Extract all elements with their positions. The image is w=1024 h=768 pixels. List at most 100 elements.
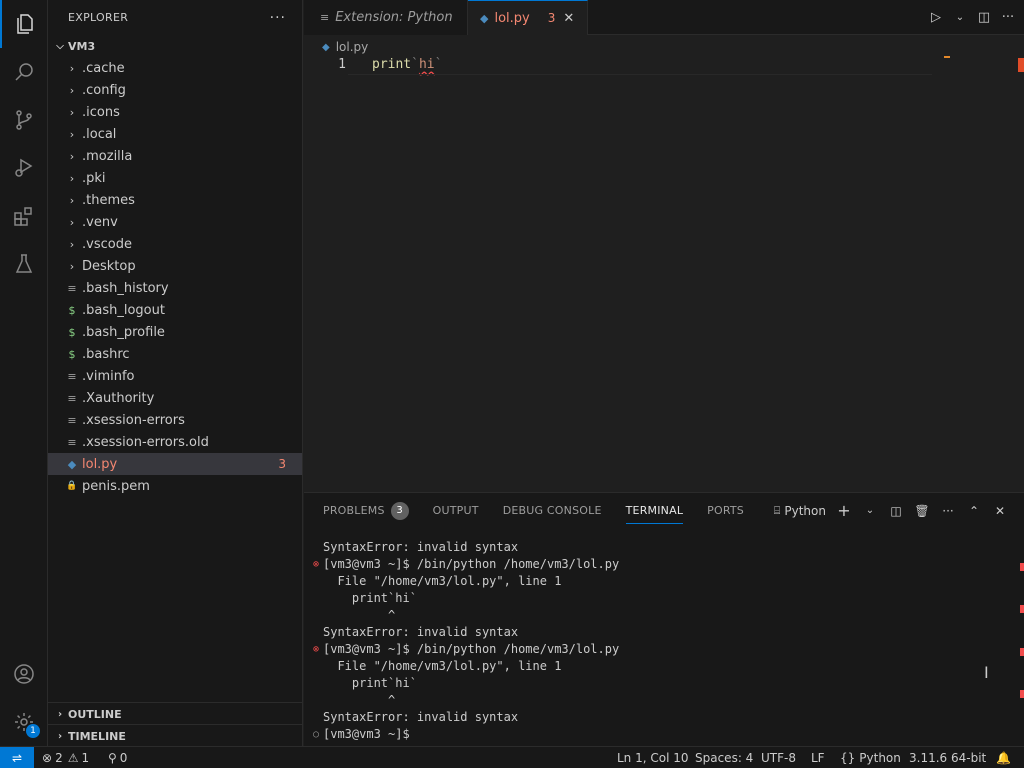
chevron-right-icon: › bbox=[69, 193, 75, 207]
indentation[interactable]: Spaces: 4 bbox=[695, 747, 753, 768]
new-terminal-icon[interactable]: + bbox=[836, 501, 852, 520]
file-tree-item[interactable]: › .vscode bbox=[48, 233, 302, 255]
python-interpreter[interactable]: 3.11.6 64-bit bbox=[909, 747, 986, 768]
file-tree-item[interactable]: › .icons bbox=[48, 101, 302, 123]
terminal-line: [vm3@vm3 ~]$ /bin/python /home/vm3/lol.p… bbox=[323, 642, 620, 656]
terminal-line: SyntaxError: invalid syntax bbox=[323, 625, 519, 639]
command-pending-icon[interactable]: ○ bbox=[311, 726, 321, 743]
text-cursor-icon: I bbox=[984, 663, 989, 682]
explorer-more-actions-button[interactable]: ··· bbox=[270, 10, 286, 26]
outline-label: OUTLINE bbox=[68, 707, 122, 721]
tab-extension-python[interactable]: ≡ Extension: Python bbox=[304, 0, 468, 35]
chevron-down-icon[interactable]: ⌄ bbox=[952, 12, 968, 23]
file-tree-item[interactable]: › .themes bbox=[48, 189, 302, 211]
tab-lol-py[interactable]: ◆ lol.py 3 ✕ bbox=[468, 0, 588, 35]
run-debug-icon[interactable] bbox=[0, 144, 48, 192]
language-label: Python bbox=[859, 751, 901, 765]
scrollbar-error-mark bbox=[1020, 648, 1024, 656]
file-name: .bashrc bbox=[82, 346, 130, 362]
file-name: .config bbox=[82, 82, 126, 98]
tab-output[interactable]: OUTPUT bbox=[433, 493, 479, 528]
outline-section[interactable]: › OUTLINE bbox=[48, 702, 303, 725]
status-bar: ⇌ ⊗ 2 ⚠ 1 ⚲ 0 Ln 1, Col 10 Spaces: 4 UTF… bbox=[0, 746, 1024, 768]
file-tree-item[interactable]: $ .bash_profile bbox=[48, 321, 302, 343]
file-name: .pki bbox=[82, 170, 106, 186]
ports-status[interactable]: ⚲ 0 bbox=[108, 747, 127, 768]
code-editor[interactable]: 1 print`hi` bbox=[304, 56, 1024, 492]
file-tree-item[interactable]: › .venv bbox=[48, 211, 302, 233]
explorer-icon[interactable] bbox=[0, 0, 48, 48]
file-name: .viminfo bbox=[82, 368, 135, 384]
chevron-right-icon: › bbox=[69, 83, 75, 97]
tab-ports[interactable]: PORTS bbox=[707, 493, 744, 528]
file-tree-item[interactable]: ≡ .xsession-errors bbox=[48, 409, 302, 431]
file-tree-item[interactable]: › .cache bbox=[48, 57, 302, 79]
trash-icon[interactable]: 🗑 bbox=[914, 504, 930, 518]
explorer-header: EXPLORER ··· bbox=[48, 0, 302, 35]
cursor-position[interactable]: Ln 1, Col 10 bbox=[617, 747, 689, 768]
encoding[interactable]: UTF-8 bbox=[761, 747, 796, 768]
file-tree-item[interactable]: ≡ .bash_history bbox=[48, 277, 302, 299]
file-tree-item[interactable]: › .config bbox=[48, 79, 302, 101]
close-panel-icon[interactable]: ✕ bbox=[992, 504, 1008, 518]
file-tree-item[interactable]: ≡ .viminfo bbox=[48, 365, 302, 387]
testing-icon[interactable] bbox=[0, 240, 48, 288]
file-name: .cache bbox=[82, 60, 125, 76]
terminal-selector[interactable]: ⌸ Python bbox=[774, 504, 826, 518]
chevron-down-icon[interactable]: ⌄ bbox=[862, 505, 878, 516]
terminal-line: SyntaxError: invalid syntax bbox=[323, 540, 519, 554]
file-tree-item[interactable]: $ .bashrc bbox=[48, 343, 302, 365]
language-mode[interactable]: {} Python bbox=[840, 747, 901, 768]
account-icon[interactable] bbox=[0, 650, 48, 698]
command-failed-icon[interactable]: ⊗ bbox=[311, 556, 321, 573]
file-tree-item[interactable]: › .pki bbox=[48, 167, 302, 189]
breadcrumb[interactable]: ◆ lol.py bbox=[304, 36, 368, 58]
run-python-file-button[interactable]: ▷ bbox=[928, 10, 944, 25]
file-tree-item[interactable]: › .local bbox=[48, 123, 302, 145]
overview-ruler-mark bbox=[944, 56, 950, 58]
explorer-sidebar: EXPLORER ··· ⌵ VM3 › .cache › .config › .icon… bbox=[48, 0, 303, 746]
line-code: print`hi` bbox=[372, 57, 442, 72]
preview-icon: ≡ bbox=[320, 11, 330, 24]
ports-count: 0 bbox=[119, 751, 128, 765]
more-actions-button[interactable]: ··· bbox=[1000, 10, 1016, 25]
activity-bar: 1 bbox=[0, 0, 48, 746]
file-tree-item[interactable]: ≡ .Xauthority bbox=[48, 387, 302, 409]
search-icon[interactable] bbox=[0, 48, 48, 96]
file-name: .themes bbox=[82, 192, 135, 208]
file-name: .icons bbox=[82, 104, 120, 120]
file-name: lol.py bbox=[82, 456, 118, 472]
current-line-highlight bbox=[348, 74, 932, 75]
file-tree-item[interactable]: $ .bash_logout bbox=[48, 299, 302, 321]
extensions-icon[interactable] bbox=[0, 192, 48, 240]
file-name: .venv bbox=[82, 214, 118, 230]
file-name: .vscode bbox=[82, 236, 132, 252]
tab-problems[interactable]: PROBLEMS 3 bbox=[323, 493, 409, 528]
file-tree: › .cache › .config › .icons › .local › .mozilla ›.… bbox=[48, 57, 302, 497]
error-icon: ⊗ bbox=[42, 751, 53, 765]
maximize-panel-icon[interactable]: ⌃ bbox=[966, 504, 982, 518]
split-editor-icon[interactable]: ◫ bbox=[976, 10, 992, 25]
split-terminal-icon[interactable]: ◫ bbox=[888, 504, 904, 518]
command-failed-icon[interactable]: ⊗ bbox=[311, 641, 321, 658]
close-icon[interactable]: ✕ bbox=[563, 11, 574, 26]
tab-debug-console[interactable]: DEBUG CONSOLE bbox=[503, 493, 602, 528]
tab-terminal[interactable]: TERMINAL bbox=[625, 493, 684, 528]
file-tree-item[interactable]: 🔒 penis.pem bbox=[48, 475, 302, 497]
text-file-icon: ≡ bbox=[67, 369, 77, 383]
problems-status[interactable]: ⊗ 2 ⚠ 1 bbox=[42, 747, 89, 768]
source-control-icon[interactable] bbox=[0, 96, 48, 144]
file-tree-item[interactable]: ◆ lol.py 3 bbox=[48, 453, 302, 475]
chevron-down-icon: ⌵ bbox=[56, 40, 64, 52]
end-of-line[interactable]: LF bbox=[811, 747, 825, 768]
more-actions-button[interactable]: ··· bbox=[940, 504, 956, 518]
file-name: .local bbox=[82, 126, 117, 142]
remote-indicator[interactable]: ⇌ bbox=[0, 747, 34, 768]
manage-gear-icon[interactable]: 1 bbox=[0, 698, 48, 746]
file-tree-item[interactable]: ≡ .xsession-errors.old bbox=[48, 431, 302, 453]
notifications-bell-icon[interactable]: 🔔 bbox=[996, 747, 1011, 768]
timeline-section[interactable]: › TIMELINE bbox=[48, 724, 303, 747]
workspace-root[interactable]: ⌵ VM3 bbox=[48, 35, 302, 57]
file-tree-item[interactable]: › Desktop bbox=[48, 255, 302, 277]
file-tree-item[interactable]: › .mozilla bbox=[48, 145, 302, 167]
